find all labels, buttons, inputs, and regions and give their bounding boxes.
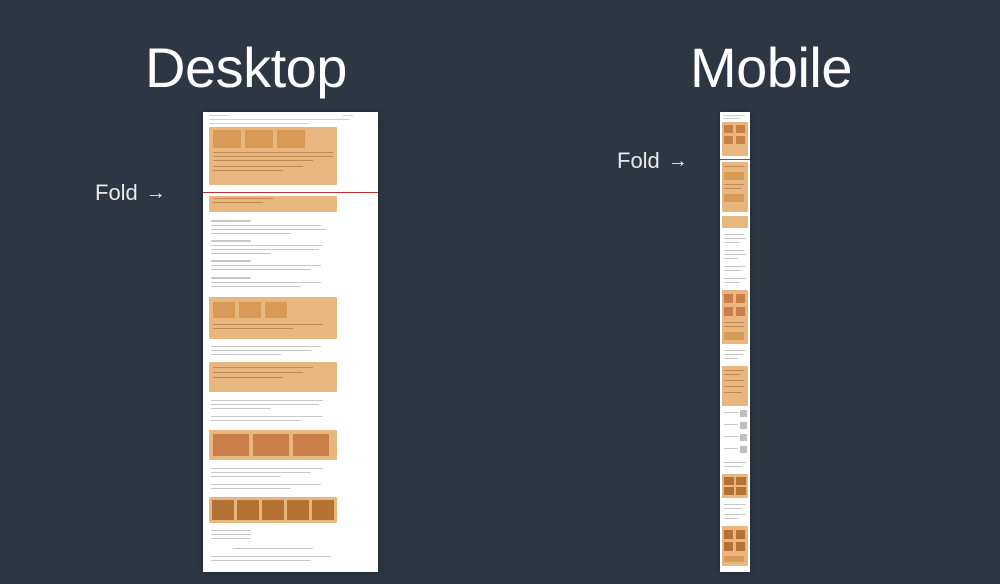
fold-label-desktop: Fold →	[95, 180, 166, 206]
mobile-page-mock	[720, 112, 750, 572]
fold-text: Fold	[617, 148, 660, 174]
fold-line-desktop	[203, 192, 378, 193]
desktop-heading: Desktop	[145, 35, 347, 100]
fold-text: Fold	[95, 180, 138, 206]
fold-line-mobile	[720, 159, 750, 160]
arrow-right-icon: →	[146, 183, 166, 203]
fold-label-mobile: Fold →	[617, 148, 688, 174]
mobile-heading: Mobile	[690, 35, 852, 100]
desktop-page-mock	[203, 112, 378, 572]
arrow-right-icon: →	[668, 151, 688, 171]
